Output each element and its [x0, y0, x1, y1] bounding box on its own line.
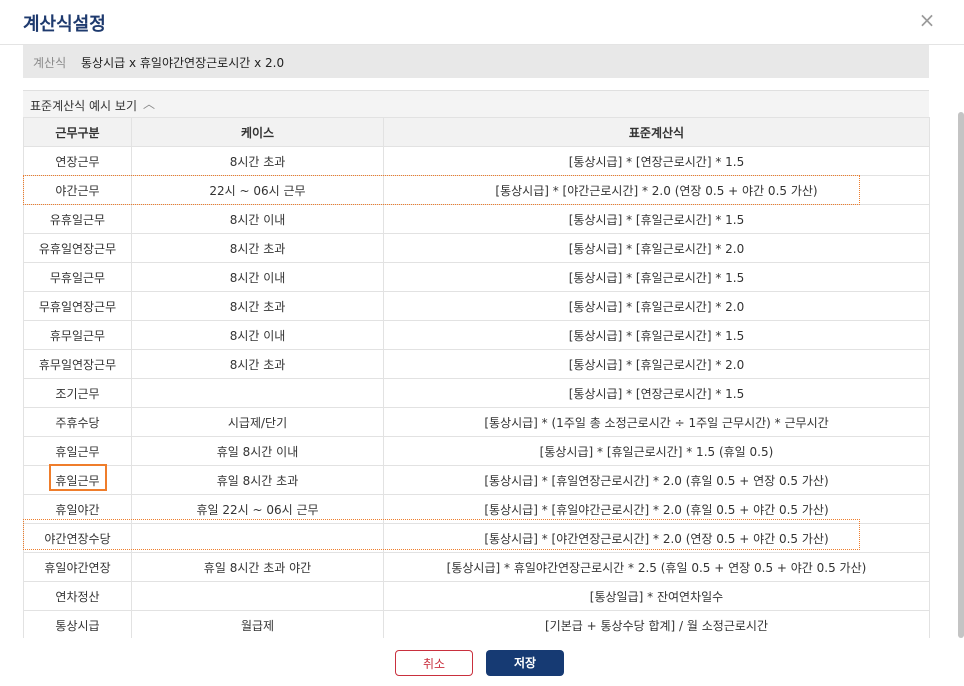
cell-work-type: 휴일야간 [23, 494, 132, 524]
cell-formula: [통상시급] * (1주일 총 소정근로시간 ÷ 1주일 근무시간) * 근무시… [383, 407, 930, 437]
cell-case: 휴일 8시간 초과 야간 [131, 552, 384, 582]
cell-work-type: 유휴일근무 [23, 204, 132, 234]
cell-case [131, 523, 384, 553]
table-row: 무휴일근무 8시간 이내 [통상시급] * [휴일근로시간] * 1.5 [23, 262, 930, 292]
table-header-row: 근무구분 케이스 표준계산식 [23, 117, 930, 147]
cell-case: 휴일 22시 ~ 06시 근무 [131, 494, 384, 524]
cell-formula: [통상시급] * [휴일근로시간] * 1.5 [383, 204, 930, 234]
cell-work-type: 휴일근무 [23, 465, 132, 495]
cell-case: 시급제/단기 [131, 407, 384, 437]
table-row: 휴일근무 휴일 8시간 초과 [통상시급] * [휴일연장근로시간] * 2.0 (… [23, 465, 930, 495]
table-row: 통상시급 월급제 [기본급 + 통상수당 합계] / 월 소정근로시간 [23, 610, 930, 640]
table-row: 야간근무 22시 ~ 06시 근무 [통상시급] * [야간근로시간] * 2.0 … [23, 175, 930, 205]
table-row: 휴무일연장근무 8시간 초과 [통상시급] * [휴일근로시간] * 2.0 [23, 349, 930, 379]
cell-work-type: 휴일야간연장 [23, 552, 132, 582]
cell-formula: [통상일급] * 잔여연차일수 [383, 581, 930, 611]
cell-case: 8시간 이내 [131, 262, 384, 292]
cell-work-type: 조기근무 [23, 378, 132, 408]
cell-work-type: 야간연장수당 [23, 523, 132, 553]
cell-formula: [통상시급] * [휴일근로시간] * 2.0 [383, 233, 930, 263]
table-row: 연차정산 [통상일급] * 잔여연차일수 [23, 581, 930, 611]
cell-formula: [통상시급] * [휴일연장근로시간] * 2.0 (휴일 0.5 + 연장 0… [383, 465, 930, 495]
cell-case [131, 581, 384, 611]
cell-case: 8시간 초과 [131, 349, 384, 379]
table-row: 주휴수당 시급제/단기 [통상시급] * (1주일 총 소정근로시간 ÷ 1주일 근… [23, 407, 930, 437]
table-row: 휴무일근무 8시간 이내 [통상시급] * [휴일근로시간] * 1.5 [23, 320, 930, 350]
header-case: 케이스 [131, 117, 384, 147]
cell-work-type: 연장근무 [23, 146, 132, 176]
table-row: 휴일근무 휴일 8시간 이내 [통상시급] * [휴일근로시간] * 1.5 (휴일… [23, 436, 930, 466]
cell-formula: [통상시급] * [연장근로시간] * 1.5 [383, 146, 930, 176]
cell-case: 8시간 이내 [131, 320, 384, 350]
scrollbar[interactable] [958, 112, 964, 638]
table-row: 휴일야간연장 휴일 8시간 초과 야간 [통상시급] * 휴일야간연장근로시간 * … [23, 552, 930, 582]
table-row: 유휴일연장근무 8시간 초과 [통상시급] * [휴일근로시간] * 2.0 [23, 233, 930, 263]
cell-formula: [통상시급] * [휴일근로시간] * 1.5 (휴일 0.5) [383, 436, 930, 466]
cell-work-type: 유휴일연장근무 [23, 233, 132, 263]
cell-work-type: 연차정산 [23, 581, 132, 611]
cell-work-type: 통상시급 [23, 610, 132, 640]
formula-bar: 계산식 통상시급 x 휴일야간연장근로시간 x 2.0 [23, 45, 929, 78]
cell-formula: [통상시급] * 휴일야간연장근로시간 * 2.5 (휴일 0.5 + 연장 0… [383, 552, 930, 582]
table-row: 연장근무 8시간 초과 [통상시급] * [연장근로시간] * 1.5 [23, 146, 930, 176]
cell-formula: [통상시급] * [휴일근로시간] * 2.0 [383, 349, 930, 379]
cell-case [131, 378, 384, 408]
cell-work-type: 주휴수당 [23, 407, 132, 437]
table-row: 조기근무 [통상시급] * [연장근로시간] * 1.5 [23, 378, 930, 408]
cell-formula: [통상시급] * [휴일야간근로시간] * 2.0 (휴일 0.5 + 야간 0… [383, 494, 930, 524]
cell-formula: [통상시급] * [휴일근로시간] * 2.0 [383, 291, 930, 321]
cell-work-type: 휴무일연장근무 [23, 349, 132, 379]
save-button[interactable]: 저장 [486, 650, 564, 676]
table-row: 휴일야간 휴일 22시 ~ 06시 근무 [통상시급] * [휴일야간근로시간] *… [23, 494, 930, 524]
table-row: 무휴일연장근무 8시간 초과 [통상시급] * [휴일근로시간] * 2.0 [23, 291, 930, 321]
cell-case: 휴일 8시간 이내 [131, 436, 384, 466]
cell-formula: [통상시급] * [휴일근로시간] * 1.5 [383, 320, 930, 350]
cell-work-type: 야간근무 [23, 175, 132, 205]
example-label: 표준계산식 예시 보기 [30, 99, 137, 113]
cell-work-type: 무휴일근무 [23, 262, 132, 292]
dialog-header: 계산식설정 × [0, 0, 964, 45]
cancel-button[interactable]: 취소 [395, 650, 473, 676]
example-toggle[interactable]: 표준계산식 예시 보기 ︿ [23, 90, 929, 118]
header-work-type: 근무구분 [23, 117, 132, 147]
cell-formula: [기본급 + 통상수당 합계] / 월 소정근로시간 [383, 610, 930, 640]
dialog-title: 계산식설정 [23, 14, 106, 35]
cell-work-type: 무휴일연장근무 [23, 291, 132, 321]
cell-case: 8시간 초과 [131, 233, 384, 263]
cell-case: 휴일 8시간 초과 [131, 465, 384, 495]
close-icon[interactable]: × [916, 9, 938, 31]
dialog-footer: 취소 저장 [0, 638, 964, 686]
formula-table: 근무구분 케이스 표준계산식 연장근무 8시간 초과 [통상시급] * [연장근로시… [23, 117, 930, 640]
table-row: 유휴일근무 8시간 이내 [통상시급] * [휴일근로시간] * 1.5 [23, 204, 930, 234]
cell-work-type: 휴일근무 [23, 436, 132, 466]
cell-case: 22시 ~ 06시 근무 [131, 175, 384, 205]
formula-value: 통상시급 x 휴일야간연장근로시간 x 2.0 [81, 56, 285, 70]
formula-label: 계산식 [33, 56, 67, 70]
header-formula: 표준계산식 [383, 117, 930, 147]
cell-work-type: 휴무일근무 [23, 320, 132, 350]
cell-case: 8시간 이내 [131, 204, 384, 234]
cell-formula: [통상시급] * [연장근로시간] * 1.5 [383, 378, 930, 408]
cell-formula: [통상시급] * [야간연장근로시간] * 2.0 (연장 0.5 + 야간 0… [383, 523, 930, 553]
chevron-up-icon[interactable]: ︿ [143, 95, 155, 112]
cell-formula: [통상시급] * [야간근로시간] * 2.0 (연장 0.5 + 야간 0.5… [383, 175, 930, 205]
cell-formula: [통상시급] * [휴일근로시간] * 1.5 [383, 262, 930, 292]
cell-case: 월급제 [131, 610, 384, 640]
cell-case: 8시간 초과 [131, 146, 384, 176]
cell-case: 8시간 초과 [131, 291, 384, 321]
table-row: 야간연장수당 [통상시급] * [야간연장근로시간] * 2.0 (연장 0.5 … [23, 523, 930, 553]
